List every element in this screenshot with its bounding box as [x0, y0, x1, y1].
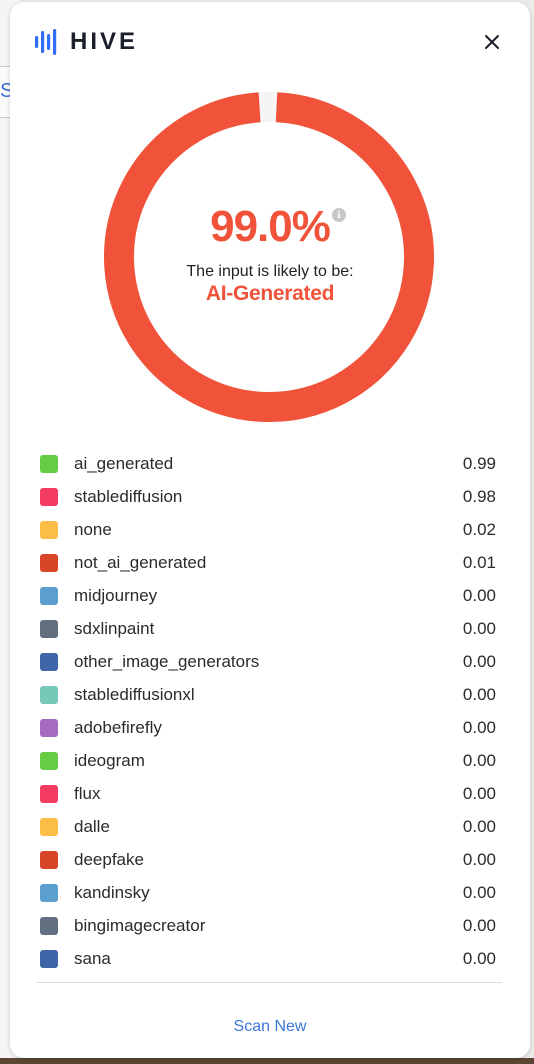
legend-item: midjourney 0.00 [40, 579, 496, 612]
legend-value: 0.00 [462, 849, 496, 869]
legend-label: sdxlinpaint [74, 618, 155, 638]
donut-arc-ai-generated [104, 92, 434, 422]
legend-swatch [40, 949, 58, 968]
likely-caption: The input is likely to be: [186, 263, 354, 280]
hive-logo-icon [35, 29, 57, 55]
hive-logo: HIVE [34, 28, 138, 56]
legend-value: 0.02 [462, 519, 496, 539]
legend-item: adobefirefly 0.00 [40, 711, 496, 744]
legend-label: dalle [74, 816, 110, 836]
legend-swatch [40, 718, 58, 737]
legend-label: kandinsky [74, 882, 150, 902]
legend-value: 0.00 [462, 684, 496, 704]
legend-value: 0.00 [462, 750, 496, 770]
info-icon[interactable]: i [331, 208, 346, 222]
legend-item: other_image_generators 0.00 [40, 645, 496, 678]
hive-popup: HIVE 99.0% i The input is likely to be: … [10, 2, 530, 1058]
legend-item: sdxlinpaint 0.00 [40, 612, 496, 645]
legend-label: stablediffusionxl [74, 684, 195, 704]
legend-value: 0.98 [462, 486, 496, 506]
legend-value: 0.00 [462, 618, 496, 638]
legend-value: 0.99 [462, 453, 496, 473]
confidence-percentage-text: 99.0% [210, 202, 331, 251]
legend-label: ai_generated [74, 453, 174, 473]
legend-value: 0.00 [462, 915, 496, 935]
legend-value: 0.00 [462, 882, 496, 902]
legend-swatch [40, 850, 58, 869]
legend-swatch [40, 619, 58, 638]
legend-label: flux [74, 783, 101, 803]
legend-item: stablediffusion 0.98 [40, 480, 496, 513]
legend-item: dalle 0.00 [40, 810, 496, 843]
legend-swatch [40, 454, 58, 473]
legend-label: adobefirefly [74, 717, 162, 737]
legend-label: sana [74, 948, 111, 968]
legend-item: kandinsky 0.00 [40, 876, 496, 909]
legend-swatch [40, 916, 58, 935]
close-icon [485, 35, 499, 49]
legend-item: none 0.02 [40, 513, 496, 546]
legend-item: ai_generated 0.99 [40, 447, 496, 480]
class-score-list: ai_generated 0.99 stablediffusion 0.98 none 0… [40, 447, 496, 975]
legend-swatch [40, 685, 58, 704]
legend-item: bingimagecreator 0.00 [40, 909, 496, 942]
scan-new-button[interactable]: Scan New [10, 1018, 530, 1036]
legend-label: ideogram [74, 750, 145, 770]
legend-item: deepfake 0.00 [40, 843, 496, 876]
legend-value: 0.00 [462, 717, 496, 737]
legend-value: 0.01 [462, 552, 496, 572]
close-button[interactable] [478, 28, 506, 56]
legend-label: stablediffusion [74, 486, 183, 506]
legend-label: none [74, 519, 112, 539]
legend-value: 0.00 [462, 585, 496, 605]
background-strip [0, 1058, 534, 1064]
legend-label: not_ai_generated [74, 552, 207, 572]
legend-swatch [40, 652, 58, 671]
legend-value: 0.00 [462, 948, 496, 968]
confidence-donut-chart [104, 92, 434, 422]
hive-logo-text: HIVE [70, 28, 139, 55]
legend-swatch [40, 784, 58, 803]
legend-swatch [40, 817, 58, 836]
legend-value: 0.00 [462, 783, 496, 803]
legend-item: stablediffusionxl 0.00 [40, 678, 496, 711]
legend-swatch [40, 751, 58, 770]
legend-item: not_ai_generated 0.01 [40, 546, 496, 579]
verdict-label: AI-Generated [205, 282, 335, 305]
confidence-percentage: 99.0% i [10, 202, 530, 252]
legend-swatch [40, 586, 58, 605]
legend-swatch [40, 883, 58, 902]
legend-label: other_image_generators [74, 651, 260, 671]
legend-item: flux 0.00 [40, 777, 496, 810]
legend-swatch [40, 520, 58, 539]
legend-label: deepfake [74, 849, 144, 869]
legend-label: midjourney [74, 585, 158, 605]
legend-swatch [40, 487, 58, 506]
legend-item: sana 0.00 [40, 942, 496, 975]
divider [36, 982, 502, 983]
legend-label: bingimagecreator [74, 915, 206, 935]
legend-item: ideogram 0.00 [40, 744, 496, 777]
legend-value: 0.00 [462, 651, 496, 671]
legend-swatch [40, 553, 58, 572]
legend-value: 0.00 [462, 816, 496, 836]
